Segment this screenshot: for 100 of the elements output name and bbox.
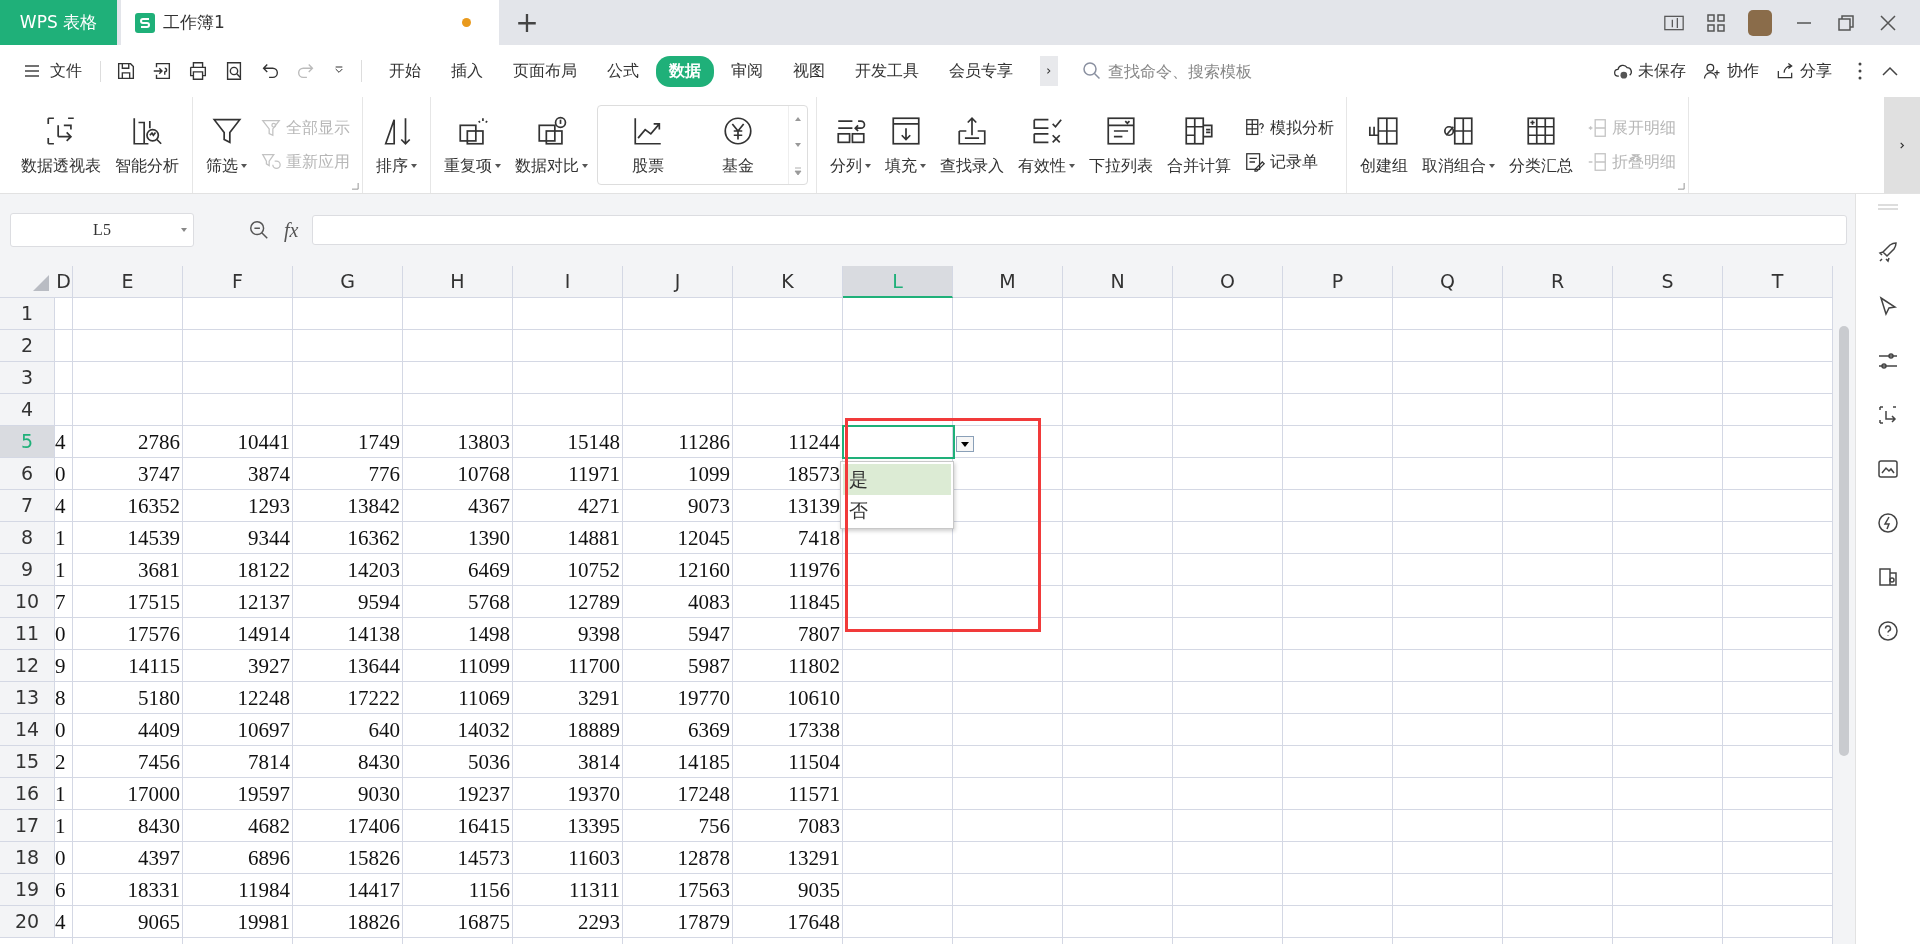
- share-icon: [1775, 61, 1795, 81]
- close-icon[interactable]: [1878, 12, 1898, 33]
- ribbon-button[interactable]: 数据对比: [510, 101, 593, 189]
- image-tool-icon[interactable]: [1876, 457, 1900, 481]
- ribbon-button[interactable]: 筛选: [201, 101, 252, 189]
- row-header[interactable]: 1: [0, 298, 55, 330]
- table-cell: 13291: [787, 845, 840, 871]
- column-header[interactable]: D: [55, 266, 73, 298]
- column-header[interactable]: Q: [1393, 266, 1503, 298]
- gallery-item[interactable]: 基金: [698, 106, 778, 184]
- row-header[interactable]: 15: [0, 746, 55, 778]
- table-cell: 17515: [127, 589, 180, 615]
- name-box[interactable]: L5: [10, 213, 194, 247]
- column-header[interactable]: K: [733, 266, 843, 298]
- dropdown-option[interactable]: 否: [843, 495, 951, 526]
- ribbon-button[interactable]: 智能分析: [110, 101, 184, 189]
- row-header[interactable]: 20: [0, 906, 55, 938]
- drag-handle-icon[interactable]: [1876, 203, 1900, 211]
- ribbon-button[interactable]: 填充: [880, 101, 931, 189]
- table-cell: 13395: [567, 813, 620, 839]
- restore-icon[interactable]: [1836, 12, 1856, 33]
- toolbar-action-button[interactable]: 未保存: [1613, 60, 1686, 82]
- ribbon-button[interactable]: 分列: [825, 101, 876, 189]
- column-header[interactable]: O: [1173, 266, 1283, 298]
- formula-input[interactable]: [312, 215, 1847, 245]
- file-menu-button[interactable]: 文件: [22, 60, 101, 82]
- ribbon-button[interactable]: 下拉列表: [1084, 101, 1158, 189]
- expand-gallery-icon[interactable]: [793, 166, 803, 176]
- column-header[interactable]: J: [623, 266, 733, 298]
- new-tab-button[interactable]: +: [499, 0, 555, 45]
- export-icon[interactable]: [151, 60, 173, 82]
- ribbon-tab[interactable]: 开始: [376, 55, 434, 87]
- function-label[interactable]: fx: [284, 218, 299, 242]
- row-header[interactable]: 7: [0, 490, 55, 522]
- ribbon-button[interactable]: 取消组合: [1417, 101, 1500, 189]
- column-header[interactable]: M: [953, 266, 1063, 298]
- zoom-out-icon[interactable]: [248, 219, 270, 241]
- ribbon-tab[interactable]: 审阅: [718, 55, 776, 87]
- ribbon-button[interactable]: 合并计算: [1162, 101, 1236, 189]
- row-header[interactable]: 6: [0, 458, 55, 490]
- ribbon-button[interactable]: 记录单: [1244, 151, 1334, 173]
- column-header[interactable]: T: [1723, 266, 1833, 298]
- dropdown-button[interactable]: [956, 436, 974, 452]
- column-header[interactable]: P: [1283, 266, 1393, 298]
- column-header[interactable]: S: [1613, 266, 1723, 298]
- save-icon[interactable]: [115, 60, 137, 82]
- row-header[interactable]: 13: [0, 682, 55, 714]
- ribbon-button[interactable]: 模拟分析: [1244, 117, 1334, 139]
- row-header[interactable]: 18: [0, 842, 55, 874]
- row-header[interactable]: 16: [0, 778, 55, 810]
- row-header[interactable]: 17: [0, 810, 55, 842]
- rocket-icon[interactable]: [1876, 241, 1900, 265]
- dropdown-option[interactable]: 是: [843, 464, 951, 495]
- column-header[interactable]: G: [293, 266, 403, 298]
- ribbon-tab[interactable]: 开发工具: [842, 55, 932, 87]
- ribbon-button[interactable]: 创建组: [1355, 101, 1413, 189]
- ribbon-button[interactable]: 数据透视表: [16, 101, 106, 189]
- more-icon[interactable]: [1856, 61, 1864, 81]
- column-header[interactable]: F: [183, 266, 293, 298]
- row-header[interactable]: 14: [0, 714, 55, 746]
- ribbon-button[interactable]: 有效性: [1013, 101, 1080, 189]
- document-tab[interactable]: 工作簿1: [121, 0, 499, 45]
- search-field[interactable]: 查找命令、搜索模板: [1082, 60, 1382, 82]
- ribbon-tab[interactable]: 公式: [594, 55, 652, 87]
- ribbon-tab[interactable]: 视图: [780, 55, 838, 87]
- row-header[interactable]: 2: [0, 330, 55, 362]
- table-cell: 11976: [788, 557, 840, 583]
- column-header[interactable]: R: [1503, 266, 1613, 298]
- active-cell[interactable]: [842, 425, 955, 459]
- row-header[interactable]: 19: [0, 874, 55, 906]
- column-header[interactable]: I: [513, 266, 623, 298]
- help-icon[interactable]: [1876, 619, 1900, 643]
- lightning-icon[interactable]: [1876, 511, 1900, 535]
- ribbon-tab[interactable]: 会员专享: [936, 55, 1026, 87]
- row-header[interactable]: 8: [0, 522, 55, 554]
- ribbon-button[interactable]: 查找录入: [935, 101, 1009, 189]
- grid-icon[interactable]: [1706, 12, 1726, 33]
- ribbon-tab[interactable]: 插入: [438, 55, 496, 87]
- avatar[interactable]: [1748, 9, 1772, 36]
- row-header[interactable]: 11: [0, 618, 55, 650]
- row-header[interactable]: 12: [0, 650, 55, 682]
- column-header[interactable]: E: [73, 266, 183, 298]
- print-icon[interactable]: [187, 60, 209, 82]
- ribbon-button[interactable]: 分类汇总: [1504, 101, 1578, 189]
- ribbon-button[interactable]: 重复项: [439, 101, 506, 189]
- ribbon-tab[interactable]: 页面布局: [500, 55, 590, 87]
- ribbon-button[interactable]: 排序: [371, 101, 422, 189]
- toolbar-action-button[interactable]: 分享: [1775, 60, 1832, 82]
- table-cell: 1: [55, 813, 66, 839]
- search-icon: [1082, 61, 1102, 81]
- gallery-item[interactable]: 股票: [608, 106, 688, 184]
- row-header[interactable]: 4: [0, 394, 55, 426]
- row-header[interactable]: 3: [0, 362, 55, 394]
- row-header[interactable]: 9: [0, 554, 55, 586]
- column-header[interactable]: H: [403, 266, 513, 298]
- row-header[interactable]: 10: [0, 586, 55, 618]
- table-cell: 14914: [237, 621, 290, 647]
- toolbar-action-button[interactable]: 协作: [1702, 60, 1759, 82]
- column-header[interactable]: N: [1063, 266, 1173, 298]
- book-icon[interactable]: [1876, 565, 1900, 589]
